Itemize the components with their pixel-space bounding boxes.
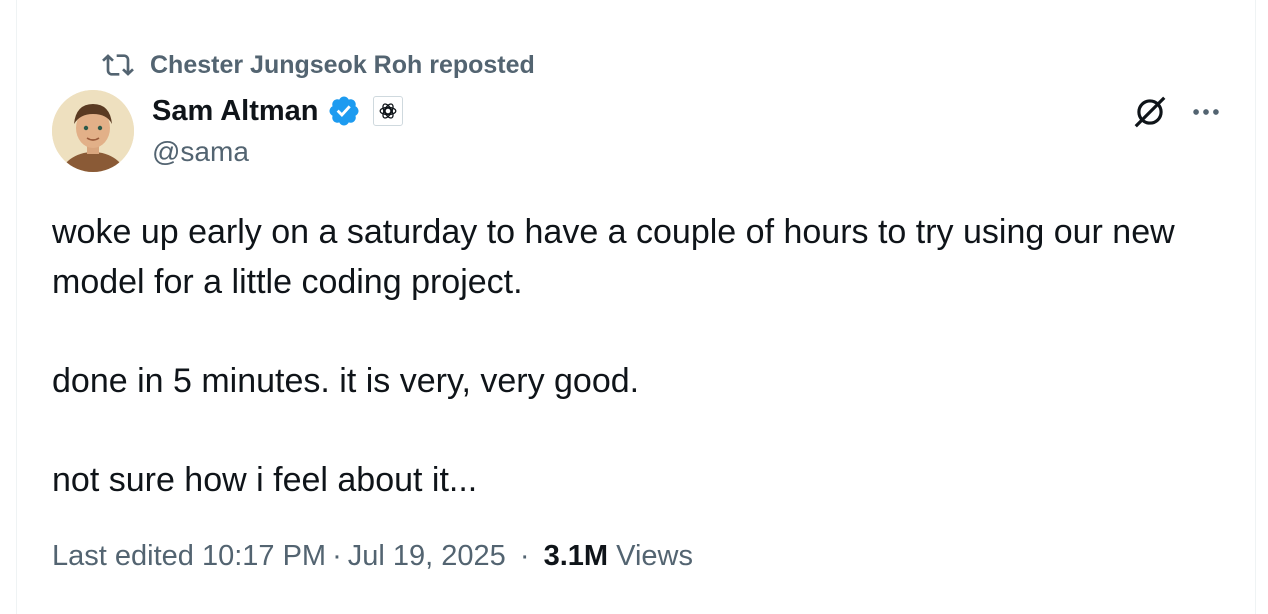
grok-icon xyxy=(1134,96,1166,128)
tweet-text: woke up early on a saturday to have a co… xyxy=(52,208,1212,505)
views-number: 3.1M xyxy=(543,540,609,572)
tweet-paragraph: not sure how i feel about it... xyxy=(52,460,478,499)
views-label: Views xyxy=(616,540,693,572)
verified-badge-icon[interactable] xyxy=(327,94,361,128)
tweet-date: Jul 19, 2025 xyxy=(347,540,506,572)
separator: · xyxy=(332,540,342,572)
edited-label[interactable]: Last edited xyxy=(52,540,194,572)
tweet-paragraph: done in 5 minutes. it is very, very good… xyxy=(52,361,640,400)
tweet-timestamp[interactable]: 10:17 PM · Jul 19, 2025 xyxy=(202,540,506,572)
author-handle[interactable]: @sama xyxy=(152,136,249,168)
author-display-name[interactable]: Sam Altman xyxy=(152,95,319,128)
social-context-text: Chester Jungseok Roh reposted xyxy=(150,50,535,79)
avatar[interactable] xyxy=(52,90,134,172)
more-options-button[interactable] xyxy=(1184,90,1228,134)
affiliate-badge[interactable] xyxy=(372,96,403,126)
tweet-meta: Last edited 10:17 PM · Jul 19, 2025 · 3.1M… xyxy=(52,540,693,573)
grok-button[interactable] xyxy=(1128,90,1172,134)
repost-icon xyxy=(102,49,134,81)
openai-logo-icon xyxy=(379,103,396,119)
more-options-icon xyxy=(1193,109,1219,115)
separator: · xyxy=(519,540,530,572)
author-name-row: Sam Altman xyxy=(152,91,403,131)
tweet-paragraph: woke up early on a saturday to have a co… xyxy=(52,213,1175,301)
tweet-time: 10:17 PM xyxy=(201,540,327,572)
social-context[interactable]: Chester Jungseok Roh reposted xyxy=(102,48,535,82)
view-count[interactable]: 3.1M Views xyxy=(544,540,693,572)
